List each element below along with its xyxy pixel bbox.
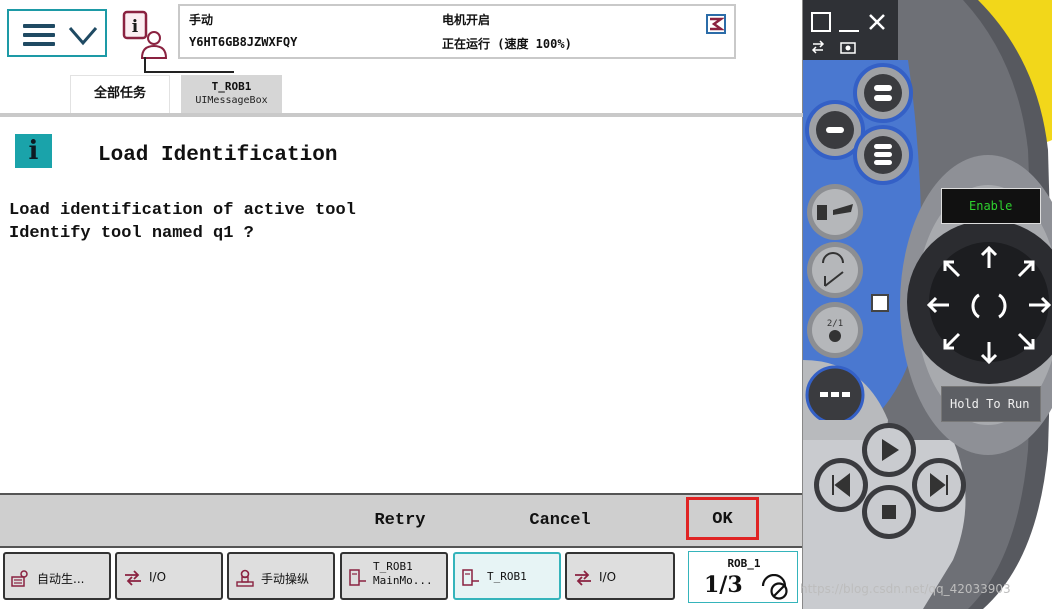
taskbar-item-program-main[interactable]: T_ROB1 MainMo... [340, 552, 448, 600]
tab-title: T_ROB1 [211, 80, 252, 93]
tab-all-tasks[interactable]: 全部任务 [70, 75, 170, 113]
hold-to-run-button[interactable]: Hold To Run [941, 386, 1041, 422]
program-state-icon [706, 14, 726, 34]
quickset-robot-name: ROB_1 [727, 557, 761, 570]
auto-production-icon [11, 570, 28, 587]
programmable-keys: 2/1 [805, 63, 913, 420]
io-icon [125, 570, 141, 586]
operating-mode: 手动 [189, 13, 214, 27]
close-window-icon[interactable] [867, 12, 887, 32]
taskbar-item-jogging[interactable]: 手动操纵 [227, 552, 335, 600]
dialog-button-bar: Retry Cancel OK [0, 493, 802, 548]
tab-t-rob1[interactable]: T_ROB1 UIMessageBox [181, 75, 282, 113]
ok-button[interactable]: OK [686, 497, 759, 540]
hold-to-run-label: Hold To Run [950, 397, 1030, 411]
message-title: Load Identification [98, 144, 338, 167]
task-subtitle: MainMo... [373, 574, 433, 587]
quickset-button[interactable]: ROB_1 1/3 [688, 551, 798, 603]
swap-and-screenshot-icons[interactable] [811, 40, 861, 54]
teach-pendant-hardware: 2/1 Enable Hold To Run [803, 0, 1052, 609]
status-panel[interactable]: 手动 Y6HT6GB8JZWXFQY 电机开启 正在运行 (速度 100%) [178, 4, 736, 59]
flexpendant-screen: i 手动 Y6HT6GB8JZWXFQY 电机开启 正在运行 (速度 100%)… [0, 0, 803, 609]
event-log-icon[interactable]: i [120, 10, 170, 60]
message-line: Load identification of active tool [9, 201, 356, 220]
step-backward-button[interactable] [814, 458, 868, 512]
cancel-button[interactable]: Cancel [500, 495, 620, 546]
stop-button[interactable] [862, 485, 916, 539]
taskbar-item-io[interactable]: I/O [115, 552, 223, 600]
svg-text:2/1: 2/1 [827, 319, 843, 329]
retry-button[interactable]: Retry [340, 495, 460, 546]
taskbar: 自动生... I/O 手动操纵 T_ROB1 MainMo... T_ROB1 … [0, 548, 802, 609]
controller-name: Y6HT6GB8JZWXFQY [189, 35, 298, 49]
taskbar-item-io-2[interactable]: I/O [565, 552, 675, 600]
linear-mode-button[interactable]: 2/1 [807, 302, 863, 358]
reorient-button[interactable] [807, 242, 863, 298]
enable-button[interactable]: Enable [941, 188, 1041, 224]
joystick[interactable] [923, 240, 1052, 370]
run-state: 正在运行 (速度 100%) [442, 37, 572, 51]
tab-subtitle: UIMessageBox [195, 95, 268, 106]
restore-window-icon[interactable] [811, 12, 831, 32]
taskbar-item-label: 自动生... [37, 572, 85, 586]
header-divider [0, 113, 803, 117]
increment-button[interactable] [805, 365, 865, 420]
motor-state: 电机开启 [442, 13, 491, 27]
step-forward-button[interactable] [912, 458, 966, 512]
taskbar-item-auto-production[interactable]: 自动生... [3, 552, 111, 600]
info-icon: i [15, 134, 52, 168]
incremental-mode-icon [761, 574, 788, 600]
quickset-fraction: 1/3 [704, 572, 743, 598]
taskbar-item-label: I/O [149, 570, 167, 584]
abb-menu-button[interactable] [7, 9, 107, 57]
hamburger-icon [23, 24, 55, 46]
io-icon [575, 570, 591, 586]
program-editor-icon [349, 569, 366, 586]
watermark: https://blog.csdn.net/qq_42033903 [800, 582, 1011, 596]
message-line: Identify tool named q1 ? [9, 224, 254, 243]
taskbar-item-label: T_ROB1 [487, 570, 527, 583]
key-1-button[interactable] [853, 63, 913, 123]
taskbar-item-label: 手动操纵 [261, 572, 310, 586]
window-controls [803, 0, 898, 60]
minimize-window-icon[interactable] [839, 12, 859, 32]
start-button[interactable] [862, 423, 916, 477]
tool-select-button[interactable] [807, 184, 863, 240]
taskbar-item-label: T_ROB1 MainMo... [373, 560, 433, 588]
run-control-buttons [814, 423, 966, 539]
enable-label: Enable [969, 199, 1013, 213]
program-editor-icon [462, 569, 479, 586]
svg-text:i: i [132, 17, 139, 37]
usb-port-icon [871, 294, 889, 312]
key-3-button[interactable] [853, 125, 913, 185]
taskbar-item-label: I/O [599, 570, 617, 584]
status-connector-line [144, 57, 234, 73]
jogging-icon [236, 569, 254, 587]
taskbar-item-t-rob1[interactable]: T_ROB1 [453, 552, 561, 600]
task-title: T_ROB1 [373, 560, 413, 573]
chevron-down-icon [68, 27, 98, 46]
